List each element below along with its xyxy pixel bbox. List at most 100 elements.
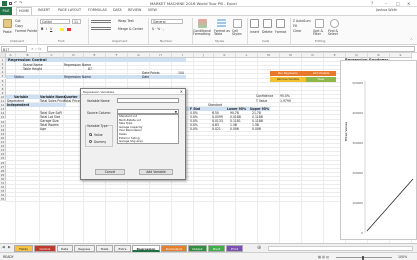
autosum-button[interactable]: Σ AutoSum	[293, 19, 311, 23]
value-radio[interactable]	[89, 133, 92, 136]
format-icon[interactable]	[276, 19, 285, 28]
column-header[interactable]: S	[390, 53, 412, 58]
add-variable-button[interactable]: Add Variable	[306, 71, 336, 76]
sheet-tab[interactable]: Stats	[96, 245, 113, 252]
merge-center-button[interactable]: Merge & Center	[118, 27, 143, 31]
clear-button-panel[interactable]: Clear	[306, 77, 336, 82]
sheet-tab[interactable]: RunOutput	[161, 245, 187, 252]
variable-name-input[interactable]	[117, 98, 179, 103]
bold-button[interactable]: B	[41, 27, 43, 31]
delete-icon[interactable]	[263, 19, 272, 28]
font-name-select[interactable]: Calibri	[40, 19, 70, 24]
cell-styles-icon[interactable]	[233, 19, 242, 28]
tab-home[interactable]: HOME	[16, 7, 33, 15]
tab-file[interactable]: FILE	[0, 7, 12, 15]
fill-color-icon[interactable]	[60, 28, 64, 31]
column-header[interactable]: N	[280, 53, 302, 58]
scroll-tabs-left-icon[interactable]: ◀	[2, 245, 5, 249]
zoom-slider-thumb[interactable]	[362, 255, 364, 260]
sheet-tab[interactable]: Regression	[132, 245, 160, 252]
column-header[interactable]: J	[194, 53, 214, 58]
sheet-tab[interactable]: Data	[56, 245, 73, 252]
underline-button[interactable]: U	[50, 27, 52, 31]
maximize-icon[interactable]: □	[396, 1, 400, 6]
conditional-formatting-button[interactable]: Conditional Formatting	[193, 29, 213, 37]
sort-filter-button[interactable]: Sort & Filter	[313, 29, 325, 37]
zoom-slider[interactable]	[336, 257, 392, 258]
sheet-tab[interactable]: Output	[187, 245, 207, 252]
delete-button[interactable]: Delete	[262, 30, 272, 34]
regression-name-value[interactable]: 87	[88, 67, 92, 71]
tab-data[interactable]: DATA	[113, 8, 122, 12]
format-as-table-icon[interactable]	[217, 19, 226, 28]
remove-variable-button[interactable]: Remove Variable	[270, 77, 306, 82]
close-icon[interactable]: ✕	[407, 1, 410, 6]
fill-button[interactable]: Fill	[293, 24, 297, 28]
undo-icon[interactable]: ↶	[14, 0, 17, 5]
font-color-icon[interactable]	[67, 28, 71, 31]
column-header[interactable]: P	[324, 53, 346, 58]
tab-view[interactable]: VIEW	[148, 8, 157, 12]
source-column-list[interactable]: Standard Lot Multi-Estate Lot Sale Type Gar…	[117, 114, 179, 144]
wrap-text-button[interactable]: Wrap Text	[118, 19, 134, 23]
name-box[interactable]: B17	[1, 46, 27, 52]
number-format-icons[interactable]: $ · % · ,	[152, 27, 164, 31]
align-icons[interactable]	[91, 20, 111, 23]
sheet-tab[interactable]: Print	[226, 245, 243, 252]
sheet-tab[interactable]: Pivot	[208, 245, 225, 252]
view-buttons[interactable]: ▦ ▤ ▥	[318, 255, 329, 259]
sheet-tab[interactable]: Extra	[114, 245, 131, 252]
redo-icon[interactable]: ↷	[19, 0, 22, 5]
italic-button[interactable]: I	[46, 27, 47, 31]
add-variable-dialog-button[interactable]: Add Variable	[139, 169, 173, 175]
dummy-radio[interactable]	[89, 140, 92, 143]
cut-button[interactable]: Cut	[15, 19, 21, 23]
horizontal-scrollbar[interactable]	[268, 246, 413, 251]
paste-icon[interactable]	[3, 19, 12, 28]
conditional-formatting-icon[interactable]	[198, 19, 207, 28]
new-sheet-icon[interactable]: ⊕	[257, 245, 261, 251]
dialog-close-icon[interactable]: ✕	[180, 89, 183, 95]
regression-chart[interactable]: Fitted Values 500000 400000 300000 200000 10…	[340, 60, 417, 240]
formula-buttons[interactable]: ✕ ✓ fx	[31, 47, 41, 51]
insert-icon[interactable]	[250, 19, 259, 28]
find-select-button[interactable]: Find & Select	[328, 29, 340, 37]
font-size-select[interactable]: 11	[72, 19, 81, 24]
clear-button[interactable]: Clear	[293, 29, 301, 33]
number-format-select[interactable]: General	[151, 19, 183, 24]
format-painter-button[interactable]: Format Painter	[15, 29, 38, 33]
column-header[interactable]: O	[302, 53, 324, 58]
tab-formulas[interactable]: FORMULAS	[88, 8, 107, 12]
save-icon[interactable]	[9, 1, 12, 5]
zoom-level[interactable]: 100%	[398, 255, 407, 259]
column-header[interactable]: M	[258, 53, 280, 58]
status-ready: READY	[3, 255, 14, 259]
source-column-option[interactable]: Garage Shg Area	[118, 140, 178, 143]
tab-review[interactable]: REVIEW	[128, 8, 141, 12]
formula-input[interactable]	[47, 46, 415, 52]
font-group-label: Font	[58, 39, 65, 43]
format-as-table-button[interactable]: Format as Table	[214, 29, 230, 37]
copy-button[interactable]: Copy	[15, 24, 23, 28]
help-icon[interactable]: ?	[371, 1, 373, 6]
cell-styles-button[interactable]: Cell Styles	[232, 29, 244, 37]
align-icons-2[interactable]	[91, 27, 111, 30]
run-regression-button[interactable]: Run Regression	[270, 71, 306, 76]
cancel-button[interactable]: Cancel	[95, 169, 125, 175]
sheet-tab[interactable]: Fields	[14, 245, 34, 252]
sheet-tab[interactable]: Control	[34, 245, 56, 252]
column-header[interactable]: L	[236, 53, 258, 58]
tab-page-layout[interactable]: PAGE LAYOUT	[58, 8, 81, 12]
tab-insert[interactable]: INSERT	[38, 8, 50, 12]
sort-filter-icon[interactable]	[315, 19, 324, 28]
collapse-ribbon-icon[interactable]: ^	[410, 38, 413, 42]
format-button[interactable]: Format	[275, 30, 286, 34]
scroll-tabs-right-icon[interactable]: ▶	[8, 245, 11, 249]
find-select-icon[interactable]	[330, 19, 339, 28]
column-header[interactable]: K	[214, 53, 236, 58]
minimize-icon[interactable]: –	[385, 1, 387, 6]
paste-button[interactable]: Paste	[3, 30, 12, 34]
insert-button[interactable]: Insert	[250, 30, 259, 34]
user-name[interactable]: Joshua Wirth	[376, 8, 397, 12]
sheet-tab[interactable]: Regress	[73, 245, 95, 252]
